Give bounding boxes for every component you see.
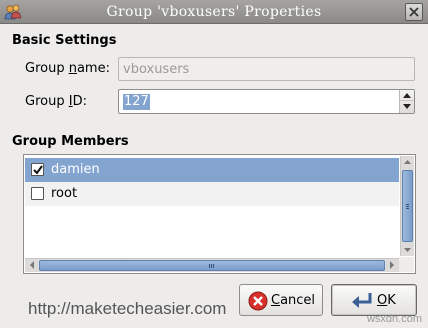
member-checkbox-root[interactable] xyxy=(31,187,44,200)
members-list-box: damien root xyxy=(23,154,416,274)
ok-button[interactable]: OK xyxy=(331,284,417,316)
group-id-spinbox[interactable]: 127 xyxy=(118,89,415,114)
list-item-label: root xyxy=(51,186,78,201)
scroll-down-button[interactable] xyxy=(401,243,414,256)
horizontal-scroll-thumb[interactable] xyxy=(39,260,385,271)
list-item[interactable]: damien xyxy=(25,158,399,182)
window-title: Group 'vboxusers' Properties xyxy=(106,4,322,20)
list-item[interactable]: root xyxy=(25,182,399,206)
group-id-spinner xyxy=(399,90,414,113)
close-button[interactable] xyxy=(405,3,423,21)
watermark-url: http://maketecheasier.com xyxy=(28,299,227,318)
chevron-up-icon xyxy=(404,160,411,164)
chevron-down-icon xyxy=(404,248,411,252)
group-members-heading: Group Members xyxy=(12,134,129,149)
group-id-label: Group ID: xyxy=(25,94,87,109)
group-name-label: Group name: xyxy=(25,61,110,76)
members-list: damien root xyxy=(25,156,399,256)
brand-watermark: wsxdn.com xyxy=(366,313,422,325)
vertical-scrollbar[interactable] xyxy=(400,156,414,256)
scroll-corner xyxy=(399,257,414,272)
group-name-input[interactable]: vboxusers xyxy=(118,57,415,81)
chevron-up-icon xyxy=(403,93,411,98)
list-item-label: damien xyxy=(51,162,100,177)
member-checkbox-damien[interactable] xyxy=(31,163,44,176)
chevron-right-icon xyxy=(390,261,394,269)
close-icon xyxy=(409,7,419,17)
title-bar: Group 'vboxusers' Properties xyxy=(0,0,428,24)
enter-icon xyxy=(352,293,372,308)
spin-down-button[interactable] xyxy=(400,101,414,112)
vertical-scroll-thumb[interactable] xyxy=(402,170,413,242)
basic-settings-heading: Basic Settings xyxy=(12,33,117,48)
cancel-label: Cancel xyxy=(271,293,316,308)
chevron-left-icon xyxy=(30,261,34,269)
cancel-button[interactable]: Cancel xyxy=(239,284,323,316)
horizontal-scrollbar[interactable] xyxy=(25,258,399,272)
spin-up-button[interactable] xyxy=(400,90,414,101)
cancel-icon xyxy=(248,291,268,311)
scroll-up-button[interactable] xyxy=(401,156,414,169)
checkmark-icon xyxy=(33,165,43,175)
group-id-input[interactable]: 127 xyxy=(123,94,150,110)
ok-label: OK xyxy=(377,293,396,308)
users-group-icon xyxy=(4,4,21,20)
chevron-down-icon xyxy=(403,104,411,109)
